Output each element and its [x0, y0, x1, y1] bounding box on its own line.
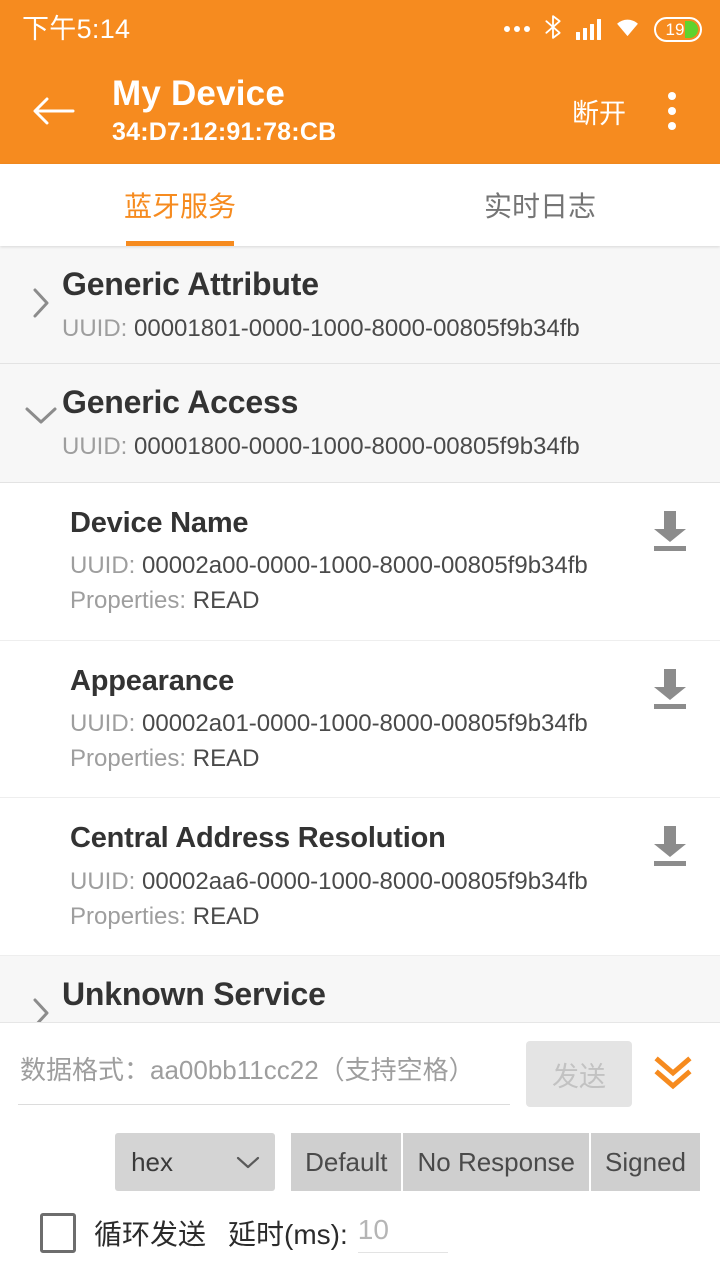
service-name: Generic Attribute: [62, 266, 319, 302]
uuid-value: 00002a00-0000-1000-8000-00805f9b34fb: [142, 552, 588, 580]
uuid-label: UUID:: [70, 552, 136, 580]
characteristic-name: Central Address Resolution: [70, 822, 446, 855]
download-icon: [654, 510, 686, 551]
double-chevron-down-icon: [654, 1056, 692, 1090]
send-row: 发送: [18, 1035, 702, 1113]
service-name: Generic Access: [62, 384, 299, 421]
status-bar: 下午5:14 19: [0, 0, 720, 58]
more-vert-icon-dot: [668, 122, 676, 130]
uuid-label: UUID:: [70, 709, 136, 737]
write-options-row: hex Default No Response Signed: [18, 1133, 702, 1191]
characteristic-row[interactable]: Central Address Resolution UUID: 00002aa…: [0, 798, 720, 957]
bluetooth-icon: [543, 14, 563, 45]
more-vert-icon-dot: [668, 92, 676, 100]
device-address: 34:D7:12:91:78:CB: [112, 117, 337, 146]
properties-value: READ: [192, 744, 260, 772]
data-input[interactable]: [18, 1043, 510, 1105]
characteristic-uuid: UUID: 00002a00-0000-1000-8000-00805f9b34…: [70, 552, 640, 581]
wifi-icon: [614, 16, 641, 43]
properties-label: Properties:: [70, 586, 187, 614]
disconnect-button[interactable]: 断开: [566, 82, 632, 141]
loop-send-row: 循环发送 延时(ms):: [18, 1213, 702, 1253]
uuid-label: UUID:: [62, 432, 128, 460]
read-characteristic-button[interactable]: [640, 663, 700, 711]
chevron-down-icon: [236, 1156, 260, 1169]
download-icon: [654, 668, 686, 709]
tab-bar: 蓝牙服务 实时日志: [0, 164, 720, 246]
loop-send-checkbox[interactable]: [40, 1213, 76, 1253]
overflow-menu-button[interactable]: [646, 81, 698, 141]
data-format-select[interactable]: hex: [115, 1133, 276, 1191]
uuid-value: 00001801-0000-1000-8000-00805f9b34fb: [134, 314, 580, 342]
write-mode-signed[interactable]: Signed: [591, 1133, 700, 1191]
properties-value: READ: [192, 902, 260, 930]
service-uuid: UUID: 00001800-0000-1000-8000-00805f9b34…: [62, 433, 700, 462]
write-mode-no-response[interactable]: No Response: [403, 1133, 590, 1191]
tab-realtime-log[interactable]: 实时日志: [360, 164, 720, 246]
write-mode-group: Default No Response Signed: [291, 1133, 700, 1191]
write-panel: 发送 hex Default No Response Signed: [0, 1022, 720, 1280]
service-name: Unknown Service: [62, 976, 326, 1013]
service-row-generic-access[interactable]: Generic Access UUID: 00001800-0000-1000-…: [0, 364, 720, 483]
tab-bluetooth-services[interactable]: 蓝牙服务: [0, 164, 360, 246]
status-time: 下午5:14: [22, 13, 131, 44]
status-icon-group: 19: [503, 14, 702, 45]
write-mode-default[interactable]: Default: [291, 1133, 402, 1191]
download-icon: [654, 826, 686, 867]
uuid-label: UUID:: [70, 867, 136, 895]
expand-panel-button[interactable]: [644, 1041, 702, 1107]
title-block: My Device 34:D7:12:91:78:CB: [112, 74, 566, 148]
service-row-generic-attribute[interactable]: Generic Attribute UUID: 00001801-0000-10…: [0, 246, 720, 365]
back-button[interactable]: [26, 83, 82, 139]
uuid-value: 00002a01-0000-1000-8000-00805f9b34fb: [142, 709, 588, 737]
cellular-signal-icon: [575, 18, 601, 40]
uuid-value: 00002aa6-0000-1000-8000-00805f9b34fb: [142, 867, 588, 895]
battery-level: 19: [665, 19, 685, 39]
characteristic-properties: Properties: READ: [70, 903, 640, 932]
characteristic-row[interactable]: Appearance UUID: 00002a01-0000-1000-8000…: [0, 640, 720, 799]
loop-send-label: 循环发送: [94, 1219, 207, 1250]
more-dots-icon: [503, 26, 530, 32]
characteristic-uuid: UUID: 00002a01-0000-1000-8000-00805f9b34…: [70, 710, 640, 739]
characteristic-properties: Properties: READ: [70, 745, 640, 774]
chevron-right-icon: [20, 264, 62, 320]
more-vert-icon-dot: [668, 107, 676, 115]
uuid-label: UUID:: [62, 314, 128, 342]
read-characteristic-button[interactable]: [640, 820, 700, 868]
properties-value: READ: [192, 586, 260, 614]
service-text-block: Generic Attribute UUID: 00001801-0000-10…: [62, 264, 700, 343]
properties-label: Properties:: [70, 744, 187, 772]
characteristic-text-block: Appearance UUID: 00002a01-0000-1000-8000…: [70, 663, 640, 774]
data-format-value: hex: [131, 1146, 174, 1177]
characteristic-name: Appearance: [70, 664, 235, 697]
characteristic-name: Device Name: [70, 506, 249, 539]
service-text-block: Generic Access UUID: 00001800-0000-1000-…: [62, 382, 700, 461]
characteristic-row[interactable]: Device Name UUID: 00002a00-0000-1000-800…: [0, 482, 720, 641]
arrow-left-icon: [33, 97, 75, 125]
uuid-value: 00001800-0000-1000-8000-00805f9b34fb: [134, 432, 580, 460]
send-button[interactable]: 发送: [526, 1041, 632, 1107]
read-characteristic-button[interactable]: [640, 505, 700, 553]
app-screen: 下午5:14 19 My Device 34:D7:12:91:78:CB 断开…: [0, 0, 720, 1280]
characteristic-text-block: Central Address Resolution UUID: 00002aa…: [70, 820, 640, 931]
delay-input[interactable]: [357, 1213, 448, 1253]
service-uuid: UUID: 00001801-0000-1000-8000-00805f9b34…: [62, 315, 700, 344]
properties-label: Properties:: [70, 902, 187, 930]
characteristic-text-block: Device Name UUID: 00002a00-0000-1000-800…: [70, 505, 640, 616]
delay-label: 延时(ms):: [228, 1219, 348, 1250]
characteristic-properties: Properties: READ: [70, 587, 640, 616]
page-title: My Device: [112, 74, 286, 114]
chevron-down-icon: [20, 382, 62, 426]
app-bar: My Device 34:D7:12:91:78:CB 断开: [0, 58, 720, 164]
battery-icon: 19: [654, 16, 702, 42]
characteristic-uuid: UUID: 00002aa6-0000-1000-8000-00805f9b34…: [70, 868, 640, 897]
